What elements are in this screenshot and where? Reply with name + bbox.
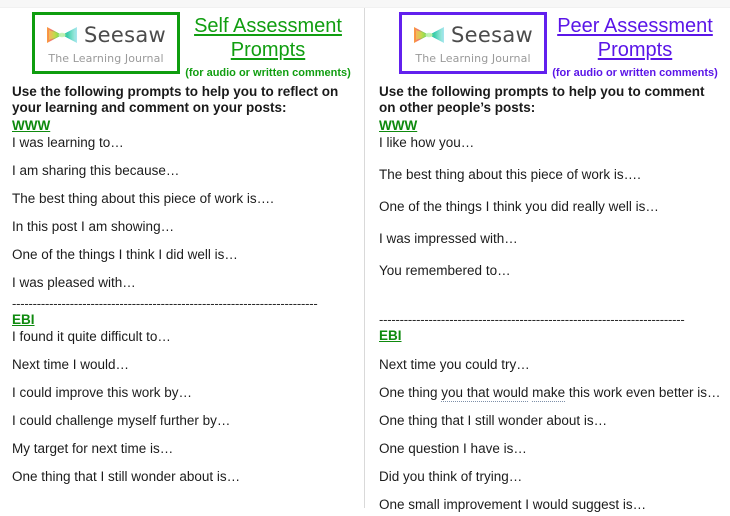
peer-assessment-body: Use the following prompts to help you to… [367, 84, 720, 513]
section-divider: ----------------------------------------… [12, 297, 318, 311]
self-assessment-title-block: Self Assessment Prompts (for audio or wr… [180, 8, 352, 80]
prompt-text-prefix: One thing [379, 385, 442, 400]
prompt-item: One question I have is… [379, 441, 527, 456]
prompt-item: I am sharing this because… [12, 163, 180, 178]
intro-text: Use the following prompts to help you to… [379, 84, 705, 115]
prompt-item: One small improvement I would suggest is… [379, 497, 647, 512]
prompt-item: One of the things I think you did really… [379, 199, 659, 214]
seesaw-logo-row: Seesaw [46, 22, 166, 48]
section-label-www: WWW [379, 118, 418, 133]
self-assessment-header: Seesaw The Learning Journal Self Assessm… [0, 8, 352, 84]
prompt-item: I could improve this work by… [12, 385, 193, 400]
prompt-item: I was pleased with… [12, 275, 136, 290]
seesaw-bowtie-icon [413, 25, 445, 45]
seesaw-logo-box-green: Seesaw The Learning Journal [32, 12, 180, 74]
prompt-item: I could challenge myself further by… [12, 413, 231, 428]
prompt-item: One thing that I still wonder about is… [12, 469, 241, 484]
prompt-item: Did you think of trying… [379, 469, 523, 484]
page-title: Self Assessment Prompts [194, 15, 342, 61]
page-title: Peer Assessment Prompts [557, 15, 713, 61]
section-label-www: WWW [12, 118, 51, 133]
prompt-item: Next time you could try… [379, 357, 530, 372]
spellcheck-flagged-phrase: you that would [441, 385, 529, 402]
prompt-item: You remembered to… [379, 263, 511, 278]
seesaw-tagline: The Learning Journal [48, 52, 164, 65]
seesaw-bowtie-icon [46, 25, 78, 45]
prompt-item: One of the things I think I did well is… [12, 247, 238, 262]
self-assessment-column: Seesaw The Learning Journal Self Assessm… [0, 8, 352, 485]
section-divider: ----------------------------------------… [379, 313, 685, 327]
seesaw-tagline: The Learning Journal [415, 52, 531, 65]
prompt-item: Next time I would… [12, 357, 130, 372]
seesaw-wordmark: Seesaw [84, 22, 166, 47]
document-page: Seesaw The Learning Journal Self Assessm… [0, 0, 730, 516]
intro-text: Use the following prompts to help you to… [12, 84, 339, 115]
column-divider [364, 8, 365, 508]
spellcheck-flagged-word: make [532, 385, 566, 402]
prompt-item: I found it quite difficult to… [12, 329, 171, 344]
page-subtitle: (for audio or written comments) [552, 67, 718, 79]
seesaw-wordmark: Seesaw [451, 22, 533, 47]
prompt-item-spellchecked: One thing you that would make this work … [379, 385, 720, 402]
section-label-ebi: EBI [12, 312, 35, 327]
prompt-item: I like how you… [379, 135, 475, 150]
seesaw-logo-row: Seesaw [413, 22, 533, 48]
prompt-item: The best thing about this piece of work … [12, 191, 274, 206]
seesaw-logo-box-purple: Seesaw The Learning Journal [399, 12, 547, 74]
prompt-text-suffix: this work even better is… [565, 385, 721, 400]
prompt-item: In this post I am showing… [12, 219, 175, 234]
peer-assessment-column: Seesaw The Learning Journal Peer Assessm… [367, 8, 720, 513]
section-label-ebi: EBI [379, 328, 402, 343]
page-subtitle: (for audio or written comments) [185, 67, 351, 79]
prompt-item: I was impressed with… [379, 231, 518, 246]
page-top-strip [0, 0, 730, 8]
prompt-item: My target for next time is… [12, 441, 174, 456]
self-assessment-body: Use the following prompts to help you to… [0, 84, 352, 485]
prompt-item: One thing that I still wonder about is… [379, 413, 608, 428]
prompt-item: The best thing about this piece of work … [379, 167, 641, 182]
prompt-item: I was learning to… [12, 135, 124, 150]
peer-assessment-title-block: Peer Assessment Prompts (for audio or wr… [547, 8, 719, 80]
peer-assessment-header: Seesaw The Learning Journal Peer Assessm… [367, 8, 719, 84]
